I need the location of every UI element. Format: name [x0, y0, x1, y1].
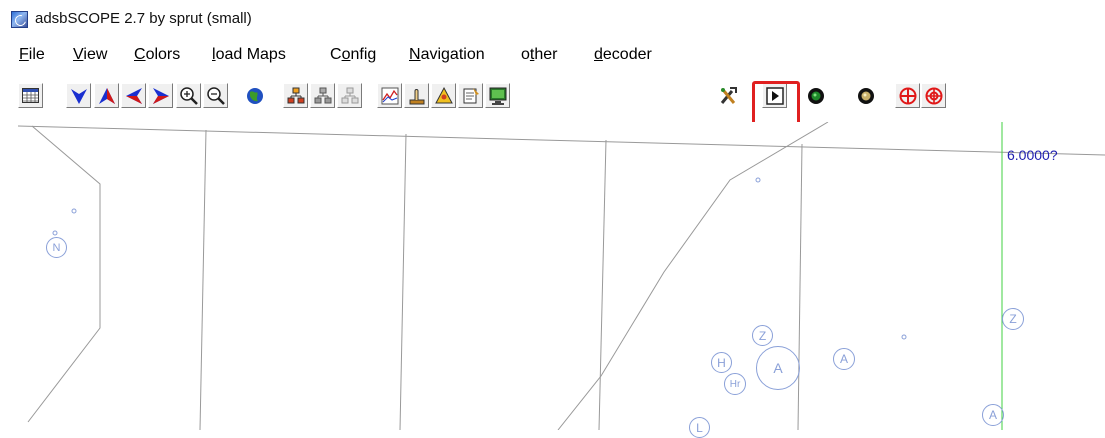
menu-load-maps[interactable]: load Maps: [212, 46, 286, 64]
monitor-button[interactable]: [485, 83, 510, 108]
menu-decoder[interactable]: decoder: [594, 46, 652, 64]
window-title: adsbSCOPE 2.7 by sprut (small): [35, 10, 252, 27]
chart-button[interactable]: [377, 83, 402, 108]
coordinate-label: 6.0000?: [1007, 147, 1058, 163]
hand-button[interactable]: [404, 83, 429, 108]
arrow-down-icon: [69, 86, 89, 106]
zoom-out-icon: [206, 86, 226, 106]
menu-config[interactable]: Config: [330, 46, 376, 64]
warning-button[interactable]: [431, 83, 456, 108]
move-down-button[interactable]: [66, 83, 91, 108]
tools-button[interactable]: [716, 83, 741, 108]
network-light-button[interactable]: [337, 83, 362, 108]
map-lines: [18, 122, 1105, 430]
arrow-right-icon: [151, 86, 171, 106]
globe-icon: [245, 86, 265, 106]
network-gray-icon: [313, 86, 333, 106]
aircraft-marker[interactable]: A: [833, 348, 855, 370]
zoom-out-button[interactable]: [203, 83, 228, 108]
menu-navigation[interactable]: Navigation: [409, 46, 485, 64]
target-button[interactable]: [921, 83, 946, 108]
menu-view[interactable]: View: [73, 46, 107, 64]
zoom-in-button[interactable]: [176, 83, 201, 108]
aircraft-marker[interactable]: A: [756, 346, 800, 390]
menu-bar: File View Colors load Maps Config Naviga…: [0, 44, 1105, 70]
arrow-left-icon: [124, 86, 144, 106]
move-left-button[interactable]: [121, 83, 146, 108]
move-up-button[interactable]: [94, 83, 119, 108]
network-light-icon: [340, 86, 360, 106]
warning-icon: [434, 86, 454, 106]
hand-icon: [407, 86, 427, 106]
tools-icon: [718, 85, 740, 107]
table-icon: [22, 88, 39, 103]
aircraft-marker[interactable]: Z: [1002, 308, 1024, 330]
crosshair-icon: [898, 86, 918, 106]
monitor-icon: [488, 86, 508, 106]
menu-file[interactable]: File: [19, 46, 45, 64]
menu-colors[interactable]: Colors: [134, 46, 180, 64]
aircraft-marker[interactable]: H: [711, 352, 732, 373]
document-icon: [461, 86, 481, 106]
aircraft-marker[interactable]: L: [689, 417, 710, 438]
green-light-icon: [806, 86, 826, 106]
network-icon: [286, 86, 306, 106]
target-icon: [924, 86, 944, 106]
network-gray-button[interactable]: [310, 83, 335, 108]
highlight-box: [752, 81, 800, 126]
globe-button[interactable]: [242, 83, 267, 108]
network-button[interactable]: [283, 83, 308, 108]
move-right-button[interactable]: [148, 83, 173, 108]
arrow-up-icon: [97, 86, 117, 106]
toolbar: [0, 78, 1105, 118]
map-canvas[interactable]: 6.0000? N Z A H Hr A Z A L: [18, 122, 1105, 438]
app-icon: [11, 11, 28, 28]
aircraft-marker[interactable]: A: [982, 404, 1004, 426]
crosshair-button[interactable]: [895, 83, 920, 108]
yellow-light-icon: [856, 86, 876, 106]
title-bar: adsbSCOPE 2.7 by sprut (small): [0, 0, 1105, 40]
chart-icon: [380, 86, 400, 106]
aircraft-marker[interactable]: Hr: [724, 373, 746, 395]
aircraft-marker[interactable]: Z: [752, 325, 773, 346]
green-light-button[interactable]: [803, 83, 828, 108]
table-button[interactable]: [18, 83, 43, 108]
document-button[interactable]: [458, 83, 483, 108]
yellow-light-button[interactable]: [853, 83, 878, 108]
aircraft-marker[interactable]: N: [46, 237, 67, 258]
zoom-in-icon: [179, 86, 199, 106]
menu-other[interactable]: other: [521, 46, 557, 64]
